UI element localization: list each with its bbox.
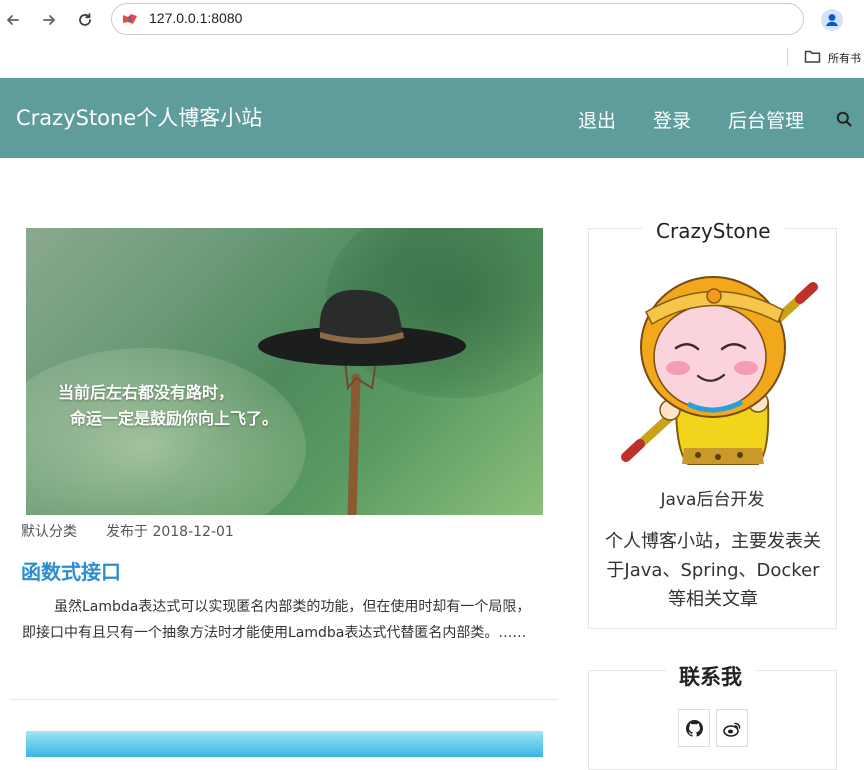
browser-toolbar: 127.0.0.1:8080 所有书 xyxy=(0,0,864,78)
weibo-button[interactable] xyxy=(716,709,748,747)
back-arrow-icon[interactable] xyxy=(1,8,25,32)
author-role: Java后台开发 xyxy=(660,490,765,510)
profile-icon[interactable] xyxy=(821,9,843,31)
nav-admin[interactable]: 后台管理 xyxy=(728,106,804,133)
nav-login[interactable]: 登录 xyxy=(653,106,691,133)
post-date: 发布于 2018-12-01 xyxy=(106,524,234,540)
next-post-cover-image[interactable] xyxy=(26,731,543,757)
cover-quote-line2: 命运一定是鼓励你向上飞了。 xyxy=(70,409,279,428)
post-category[interactable]: 默认分类 xyxy=(21,521,77,541)
forward-arrow-icon[interactable] xyxy=(37,8,61,32)
post-cover-image[interactable]: 当前后左右都没有路时， 命运一定是鼓励你向上飞了。 xyxy=(26,228,543,515)
bookmark-separator xyxy=(787,48,788,66)
author-description: 个人博客小站，主要发表关于Java、Spring、Docker等相关文章 xyxy=(605,531,821,610)
folder-icon[interactable] xyxy=(804,48,821,65)
search-icon[interactable] xyxy=(836,111,852,127)
post-excerpt: 虽然Lambda表达式可以实现匿名内部类的功能，但在使用时却有一个局限，即接口中… xyxy=(22,599,531,641)
cover-quote-line1: 当前后左右都没有路时， xyxy=(58,383,235,402)
site-header: CrazyStone个人博客小站 退出 登录 后台管理 xyxy=(0,78,864,158)
url-text: 127.0.0.1:8080 xyxy=(149,10,243,26)
contact-title: 联系我 xyxy=(666,661,755,691)
address-bar[interactable]: 127.0.0.1:8080 xyxy=(111,3,804,35)
reload-icon[interactable] xyxy=(73,8,97,32)
author-name: CrazyStone xyxy=(642,219,785,243)
site-icon xyxy=(123,14,137,24)
weibo-icon xyxy=(722,722,740,737)
site-brand[interactable]: CrazyStone个人博客小站 xyxy=(16,102,262,132)
github-icon xyxy=(685,719,703,737)
nav-logout[interactable]: 退出 xyxy=(578,106,616,133)
hat-illustration xyxy=(258,289,466,515)
bookmarks-folder-label[interactable]: 所有书 xyxy=(828,50,861,66)
avatar xyxy=(621,276,818,465)
post-divider xyxy=(10,699,558,700)
post-title[interactable]: 函数式接口 xyxy=(21,556,121,585)
github-button[interactable] xyxy=(678,709,710,747)
